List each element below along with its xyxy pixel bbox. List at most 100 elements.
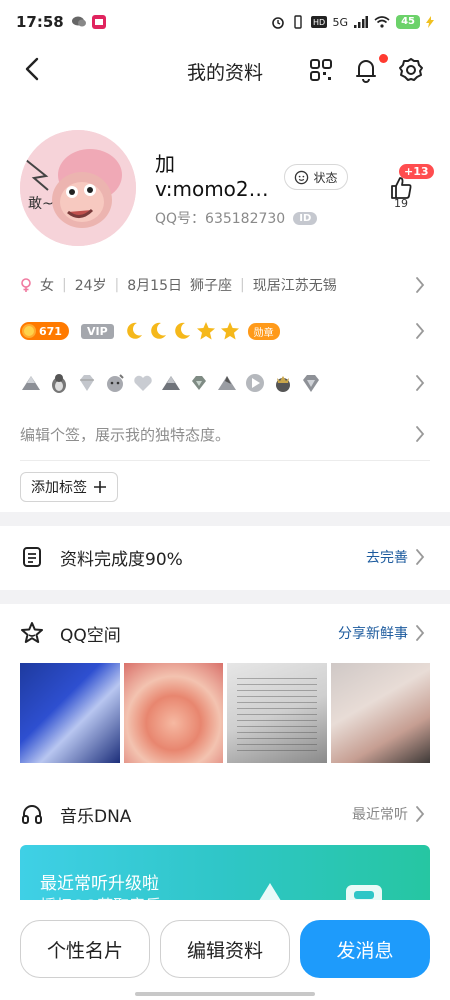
notification-dot [379, 54, 388, 63]
qr-code-icon[interactable] [307, 56, 335, 84]
birthday-text: 8月15日 [127, 278, 182, 294]
chevron-right-icon [414, 321, 426, 341]
star-outline-icon [21, 622, 43, 643]
location-text: 现居江苏无锡 [252, 278, 337, 294]
coin-value: 671 [39, 324, 62, 338]
play-badge-icon [246, 374, 264, 392]
music-card-title: 最近常听升级啦 [40, 874, 159, 894]
qzone-row[interactable]: QQ空间 分享新鲜事 [20, 613, 432, 653]
add-tag-label: 添加标签 [31, 480, 87, 496]
hd-icon: HD [310, 16, 327, 28]
share-news-link[interactable]: 分享新鲜事 [338, 623, 408, 643]
section-gap [0, 590, 450, 604]
smile-icon [295, 170, 309, 184]
chevron-right-icon [414, 547, 426, 567]
edit-profile-button[interactable]: 编辑资料 [160, 920, 290, 978]
diamond-badge-icon [303, 375, 319, 392]
battery-indicator: 45 [396, 15, 420, 29]
like-badge: +13 [399, 164, 434, 179]
app-notification-icon [91, 15, 106, 29]
coin-badge: 671 [20, 322, 69, 340]
penguin-badge-icon [52, 374, 66, 393]
chevron-right-icon [414, 275, 426, 295]
profile-card-button[interactable]: 个性名片 [20, 920, 150, 978]
send-message-button[interactable]: 发消息 [300, 920, 430, 978]
network-label: 5G [332, 15, 349, 29]
star-icon [220, 322, 239, 340]
wifi-icon [374, 16, 390, 28]
music-dna-row[interactable]: 音乐DNA 最近常听 [20, 794, 432, 834]
mountain-badge-icon [218, 376, 236, 390]
gem-badge-icon [192, 376, 206, 390]
chevron-right-icon [414, 804, 426, 824]
svg-text:敢~: 敢~ [28, 196, 54, 212]
diamond-badge-icon [80, 375, 94, 391]
signature-placeholder: 编辑个签，展示我的独特态度。 [20, 425, 231, 444]
avatar-image: 敢~ [20, 130, 136, 246]
status-button[interactable]: 状态 [284, 164, 348, 190]
qzone-title: QQ空间 [60, 625, 121, 646]
gender-text: 女 [40, 278, 54, 294]
badges-row[interactable]: 671 VIP 勋章 [20, 318, 432, 344]
chevron-right-icon [414, 424, 426, 444]
star-icon [196, 322, 215, 340]
basic-info-row[interactable]: 女 | 24岁 | 8月15日 狮子座 | 现居江苏无锡 [20, 272, 432, 298]
qq-number-label: QQ号：635182730 [155, 211, 286, 227]
divider [20, 460, 430, 461]
add-tag-button[interactable]: 添加标签 [20, 472, 118, 502]
recently-played-link[interactable]: 最近常听 [352, 804, 408, 824]
music-dna-card[interactable]: 最近常听升级啦 授权QQ获取音乐 [20, 845, 430, 905]
nickname-line1: 加 [155, 152, 175, 176]
crown-badge-icon [276, 376, 290, 392]
heart-badge-icon [134, 375, 152, 391]
nickname-line2: v:momo2… [155, 177, 269, 201]
signal-icon [354, 16, 369, 28]
vibrate-icon [293, 15, 302, 29]
profile-completion-row[interactable]: 资料完成度90% 去完善 [20, 537, 432, 577]
status-time: 17:58 [16, 13, 64, 31]
mountain-badge-icon [22, 376, 40, 390]
section-gap [0, 512, 450, 526]
top-nav: 我的资料 [0, 44, 450, 96]
bell-icon[interactable] [352, 56, 380, 84]
chevron-right-icon [414, 623, 426, 643]
moon-icon [174, 322, 190, 339]
gear-icon[interactable] [397, 56, 425, 84]
vip-badge: VIP [80, 323, 114, 339]
like-count: 19 [394, 197, 408, 210]
back-arrow-icon[interactable] [18, 54, 48, 84]
qzone-photo[interactable] [227, 663, 327, 763]
nickname: 加 v:momo2… [155, 152, 295, 202]
qzone-photos [20, 663, 430, 763]
plus-icon [94, 481, 106, 493]
id-badge: ID [293, 211, 318, 225]
qzone-photo[interactable] [20, 663, 120, 763]
profile-page: 17:58 HD 5G 45 我的资料 敢~ 加 v:momo2… 状态 QQ号… [0, 0, 450, 1000]
achievement-icons-row[interactable] [20, 368, 432, 398]
chevron-right-icon [414, 373, 426, 393]
qzone-photo[interactable] [330, 663, 430, 763]
document-icon [23, 547, 41, 567]
chat-bubble-icon [71, 16, 86, 27]
moon-icon [150, 322, 166, 339]
zodiac-text: 狮子座 [190, 278, 232, 294]
svg-text:HD: HD [313, 18, 325, 27]
status-label: 状态 [313, 170, 338, 185]
age-text: 24岁 [74, 278, 107, 294]
qq-number[interactable]: QQ号：635182730 ID [155, 208, 318, 228]
charging-icon [426, 16, 434, 28]
avatar[interactable]: 敢~ [20, 130, 136, 246]
mountain-badge-icon [162, 376, 180, 390]
qzone-photo[interactable] [123, 663, 223, 763]
alarm-icon [271, 17, 284, 29]
status-bar: 17:58 HD 5G 45 [0, 0, 450, 44]
female-icon [21, 278, 31, 292]
music-title: 音乐DNA [60, 806, 132, 827]
complete-profile-link[interactable]: 去完善 [366, 547, 408, 567]
headphones-icon [22, 805, 42, 824]
signature-row[interactable]: 编辑个签，展示我的独特态度。 [20, 420, 432, 448]
home-indicator[interactable] [135, 992, 315, 996]
coin-icon [22, 324, 36, 338]
face-badge-icon [107, 374, 124, 392]
medal-badge: 勋章 [247, 322, 280, 340]
